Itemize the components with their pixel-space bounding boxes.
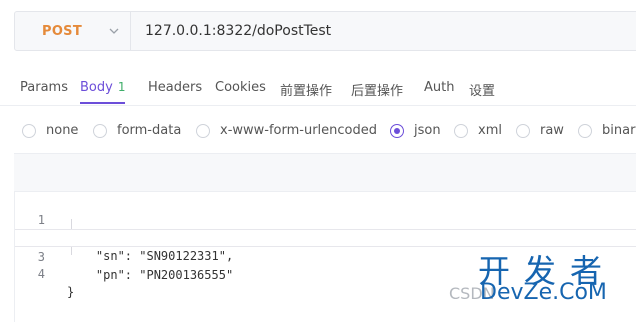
url-input[interactable]: [143, 11, 547, 51]
radio-xml[interactable]: xml: [454, 123, 502, 138]
radio-form-data[interactable]: form-data: [93, 123, 181, 138]
radio-binary[interactable]: binary: [578, 123, 636, 138]
tab-settings[interactable]: 设置: [469, 80, 495, 99]
tab-pre-operations[interactable]: 前置操作: [280, 80, 332, 99]
code-text: "pn": "PN200136555": [67, 268, 234, 282]
radio-json[interactable]: json: [390, 123, 441, 138]
radio-label: none: [46, 123, 79, 138]
tab-params[interactable]: Params: [20, 80, 68, 95]
body-type-options: none form-data x-www-form-urlencoded jso…: [0, 120, 636, 144]
url-bar: POST: [14, 11, 636, 51]
code-line-current: 3 "pn": "PN200136555": [15, 229, 636, 282]
radio-x-www-form-urlencoded[interactable]: x-www-form-urlencoded: [196, 123, 377, 138]
request-tabs: Params Body 1 Headers Cookies 前置操作 后置操作 A…: [0, 72, 636, 106]
tab-label: Params: [20, 80, 68, 95]
radio-circle[interactable]: [454, 123, 468, 138]
radio-raw[interactable]: raw: [516, 123, 564, 138]
tab-label: Headers: [148, 80, 203, 95]
radio-label: xml: [478, 123, 502, 138]
watermark-en: DevZe.CoM: [480, 280, 607, 305]
radio-none[interactable]: none: [22, 123, 78, 138]
tab-headers[interactable]: Headers: [148, 80, 202, 95]
code-text: }: [67, 285, 75, 299]
tab-label: Auth: [424, 80, 455, 95]
method-select[interactable]: POST: [15, 12, 131, 50]
radio-circle[interactable]: [22, 123, 36, 138]
radio-circle[interactable]: [196, 123, 210, 138]
tab-label: 设置: [469, 84, 496, 99]
code-line: 1 {: [15, 193, 636, 245]
method-label: POST: [42, 23, 83, 39]
radio-circle[interactable]: [516, 123, 530, 138]
radio-circle[interactable]: [93, 123, 107, 138]
tab-cookies[interactable]: Cookies: [215, 80, 266, 95]
code-line: 2 "sn": "SN90122331",: [15, 211, 636, 263]
tab-body[interactable]: Body 1: [80, 80, 126, 104]
tab-auth[interactable]: Auth: [424, 80, 454, 95]
radio-label: raw: [540, 123, 564, 138]
chevron-down-icon: [108, 25, 120, 37]
line-number: 4: [37, 267, 45, 281]
tab-label: Body: [80, 80, 113, 95]
radio-label: json: [414, 123, 441, 138]
editor-toolbar: [14, 153, 636, 192]
tab-label: 前置操作: [280, 84, 333, 99]
tab-label: Cookies: [215, 80, 266, 95]
radio-circle-selected[interactable]: [390, 123, 404, 138]
tab-label: 后置操作: [351, 84, 404, 99]
tab-post-operations[interactable]: 后置操作: [351, 80, 403, 99]
radio-circle[interactable]: [578, 123, 592, 138]
body-count-badge: 1: [117, 80, 126, 94]
radio-label: x-www-form-urlencoded: [220, 123, 378, 138]
radio-label: binary: [602, 123, 636, 138]
radio-label: form-data: [117, 123, 182, 138]
